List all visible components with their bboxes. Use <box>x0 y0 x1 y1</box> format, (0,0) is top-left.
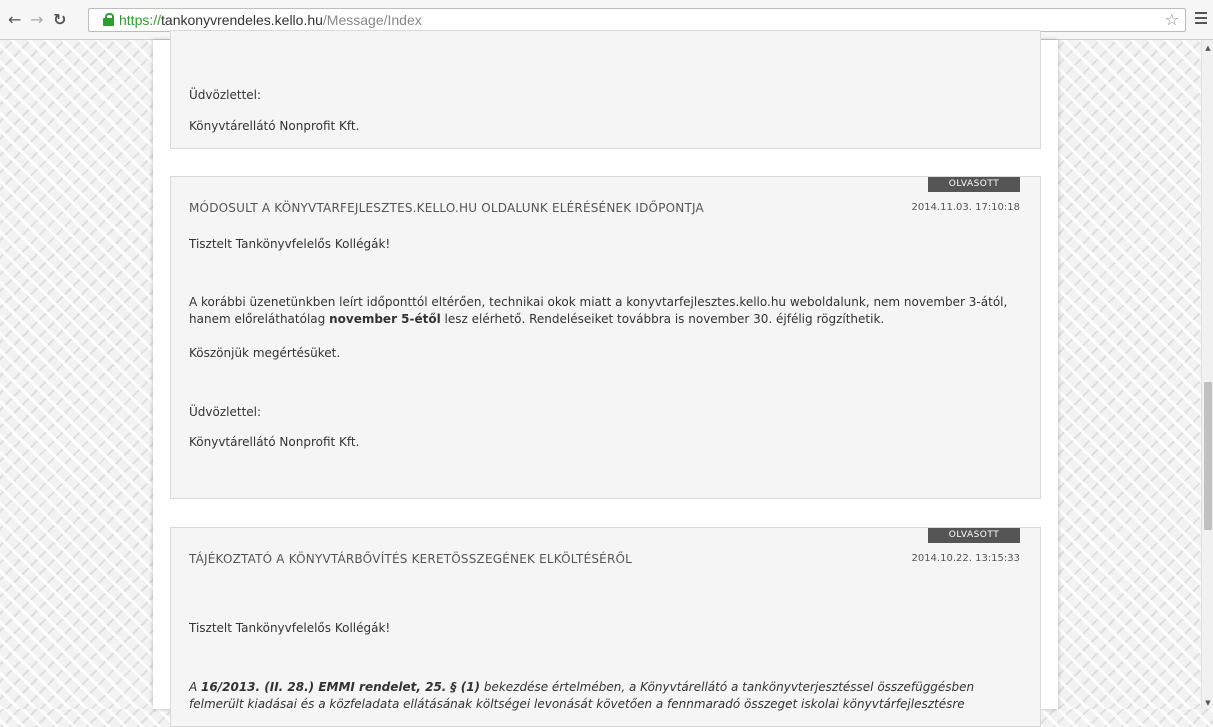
read-status-badge: OLVASOTT <box>928 177 1020 192</box>
message-body-line: hanem előreláthatólag november 5-étől le… <box>189 311 1029 328</box>
back-icon[interactable]: ← <box>8 12 21 28</box>
browser-menu-icon[interactable] <box>1195 12 1207 27</box>
message-title[interactable]: MÓDOSULT A KÖNYVTARFEJLESZTES.KELLO.HU O… <box>189 201 704 215</box>
message-salutation: Tisztelt Tankönyvfelelős Kollégák! <box>189 621 391 635</box>
message-date: 2014.11.03. 17:10:18 <box>911 202 1020 213</box>
message-signature: Könyvtárellátó Nonprofit Kft. <box>189 119 360 133</box>
message-body-bold: 16/2013. (II. 28.) EMMI rendelet, 25. § … <box>201 680 481 694</box>
message-signature: Könyvtárellátó Nonprofit Kft. <box>189 435 360 449</box>
url-text[interactable]: https://tankonyvrendeles.kello.hu/Messag… <box>119 12 422 28</box>
message-body-line: A 16/2013. (II. 28.) EMMI rendelet, 25. … <box>189 679 1029 696</box>
message-body-line: felmerült kiadásai és a közfeladata ellá… <box>189 697 965 711</box>
message-thanks: Köszönjük megértésüket. <box>189 346 341 360</box>
bookmark-star-icon[interactable]: ☆ <box>1165 10 1179 29</box>
message-title[interactable]: TÁJÉKOZTATÓ A KÖNYVTÁRBŐVÍTÉS KERETÖSSZE… <box>189 552 632 566</box>
message-card-previous: Üdvözlettel: Könyvtárellátó Nonprofit Kf… <box>170 30 1041 149</box>
lock-icon <box>103 13 114 26</box>
message-body-text: hanem előreláthatólag <box>189 312 330 326</box>
page-scrollbar[interactable]: ▲ ▼ <box>1201 40 1213 709</box>
scroll-down-icon[interactable]: ▼ <box>1202 699 1213 707</box>
message-greeting: Üdvözlettel: <box>189 405 262 419</box>
forward-icon[interactable]: → <box>30 12 43 28</box>
message-body-text: bekezdése értelmében, a Könyvtárellátó a… <box>480 680 975 694</box>
message-body: A korábbi üzenetünkben leírt időponttól … <box>189 294 1029 328</box>
message-body-text: A <box>189 680 202 694</box>
read-status-badge: OLVASOTT <box>928 528 1020 543</box>
message-body: A 16/2013. (II. 28.) EMMI rendelet, 25. … <box>189 679 1029 713</box>
message-date: 2014.10.22. 13:15:33 <box>911 553 1020 564</box>
message-body-text: lesz elérhető. Rendeléseiket továbbra is… <box>440 312 885 326</box>
message-body-bold: november 5-étől <box>329 312 441 326</box>
message-body-line: A korábbi üzenetünkben leírt időponttól … <box>189 295 1008 309</box>
message-card[interactable]: OLVASOTT TÁJÉKOZTATÓ A KÖNYVTÁRBŐVÍTÉS K… <box>170 527 1041 727</box>
message-greeting: Üdvözlettel: <box>189 88 262 102</box>
message-list-page: Üdvözlettel: Könyvtárellátó Nonprofit Kf… <box>153 30 1058 727</box>
address-bar[interactable]: https://tankonyvrendeles.kello.hu/Messag… <box>88 8 1186 32</box>
url-host: tankonyvrendeles.kello.hu <box>161 12 323 28</box>
url-scheme: https:// <box>119 12 162 28</box>
scrollbar-thumb[interactable] <box>1204 382 1212 530</box>
url-path: /Message/Index <box>322 12 422 28</box>
message-card[interactable]: OLVASOTT MÓDOSULT A KÖNYVTARFEJLESZTES.K… <box>170 176 1041 499</box>
message-salutation: Tisztelt Tankönyvfelelős Kollégák! <box>189 237 391 251</box>
reload-icon[interactable]: ↻ <box>53 12 66 28</box>
scroll-up-icon[interactable]: ▲ <box>1202 44 1213 52</box>
